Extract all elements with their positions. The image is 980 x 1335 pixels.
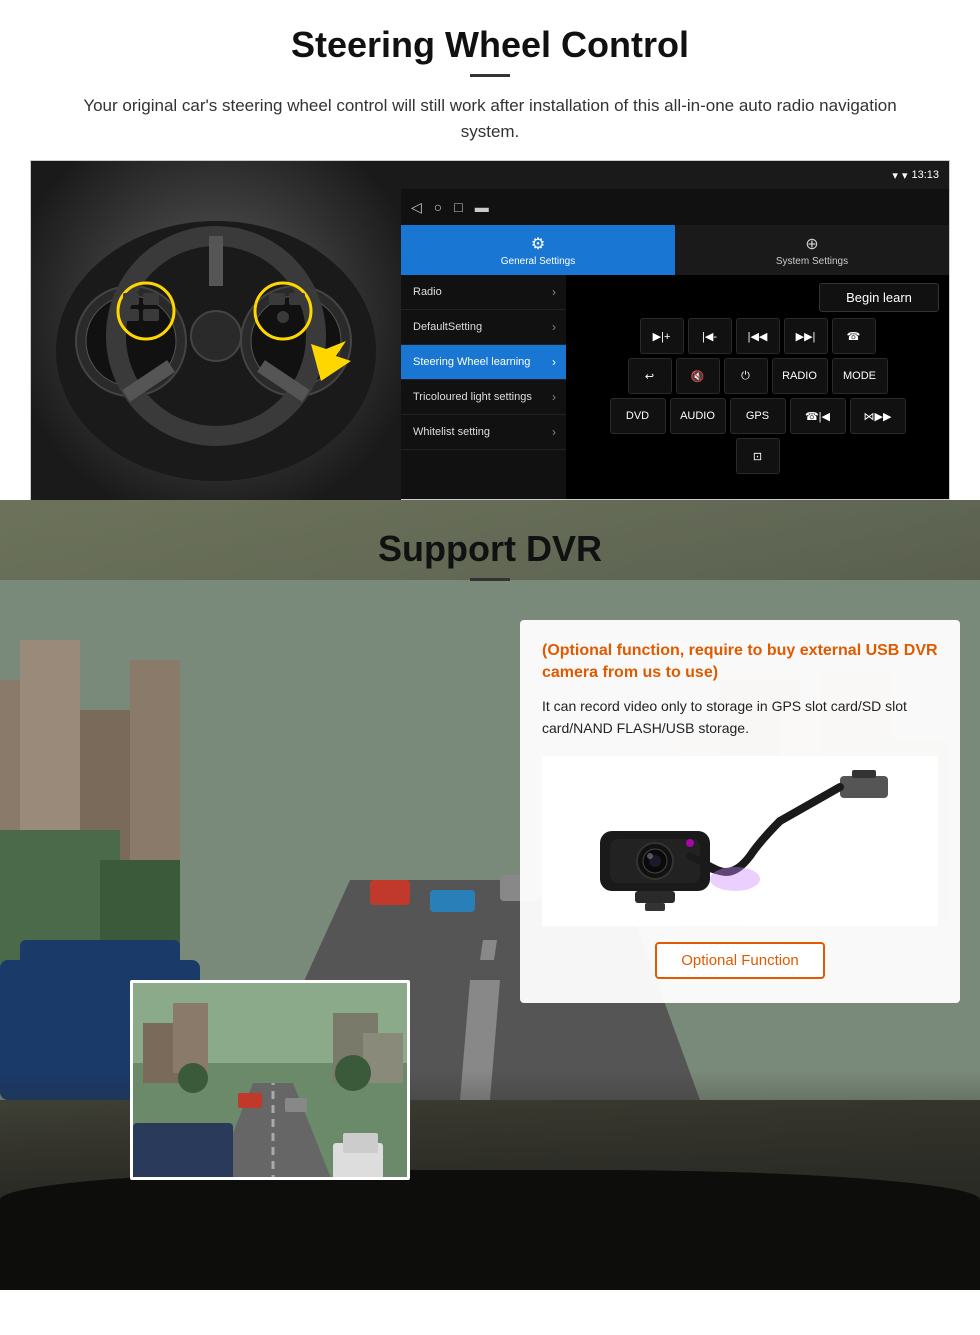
dvr-background: Support DVR — [0, 500, 980, 1290]
sw-title-area: Steering Wheel Control — [0, 0, 980, 93]
begin-learn-button[interactable]: Begin learn — [819, 283, 939, 312]
sw-title-divider — [470, 74, 510, 77]
ctrl-vol-up[interactable]: ▶|+ — [640, 318, 684, 354]
home-nav-icon[interactable]: ○ — [434, 199, 442, 215]
dvr-title-area: Support DVR — [0, 500, 980, 593]
signal-icon: ▾ — [892, 169, 898, 182]
menu-item-default[interactable]: DefaultSetting › — [401, 310, 566, 345]
menu-item-radio-label: Radio — [413, 286, 552, 298]
menu-arrow-default: › — [552, 320, 556, 334]
android-statusbar: ▾ ▾ 13:13 — [401, 161, 949, 189]
menu-arrow-whitelist: › — [552, 425, 556, 439]
sw-image-bg — [31, 161, 401, 501]
ctrl-radio[interactable]: RADIO — [772, 358, 828, 394]
tab-system-settings[interactable]: ⊕ System Settings — [675, 225, 949, 275]
ctrl-dvr[interactable]: ⊡ — [736, 438, 780, 474]
android-panel: ▾ ▾ 13:13 ◁ ○ □ ▬ ⚙ General Settings ⊕ — [401, 161, 949, 499]
android-controls: Begin learn ▶|+ |◀- |◀◀ ▶▶| ☎ ↩ 🔇 ⏻ — [566, 275, 949, 499]
ctrl-row-2: ↩ 🔇 ⏻ RADIO MODE — [572, 358, 943, 394]
statusbar-icons: ▾ ▾ 13:13 — [892, 169, 939, 182]
recents-nav-icon[interactable]: □ — [454, 199, 462, 215]
menu-arrow-radio: › — [552, 285, 556, 299]
menu-nav-icon[interactable]: ▬ — [475, 199, 489, 215]
ctrl-back[interactable]: ↩ — [628, 358, 672, 394]
dvr-title: Support DVR — [0, 528, 980, 570]
optional-function-button[interactable]: Optional Function — [655, 942, 825, 979]
system-settings-icon: ⊕ — [805, 234, 818, 254]
dvr-title-divider — [470, 578, 510, 581]
dvr-road-thumbnail — [130, 980, 410, 1180]
dvr-info-card: (Optional function, require to buy exter… — [520, 620, 960, 1003]
menu-item-sw-learning[interactable]: Steering Wheel learning › — [401, 345, 566, 380]
sw-title: Steering Wheel Control — [40, 24, 940, 66]
sw-image-panel — [31, 161, 401, 501]
tab-general-settings[interactable]: ⚙ General Settings — [401, 225, 675, 275]
menu-item-default-label: DefaultSetting — [413, 321, 552, 333]
ctrl-prev[interactable]: |◀◀ — [736, 318, 780, 354]
ctrl-phone[interactable]: ☎ — [832, 318, 876, 354]
back-nav-icon[interactable]: ◁ — [411, 199, 422, 216]
tab-general-label: General Settings — [501, 256, 576, 267]
menu-item-tricoloured-label: Tricoloured light settings — [413, 391, 552, 403]
dvr-thumbnail-svg — [133, 983, 410, 1180]
dvr-camera-image — [542, 756, 938, 926]
steering-wheel-svg — [51, 181, 381, 481]
ctrl-row-1: ▶|+ |◀- |◀◀ ▶▶| ☎ — [572, 318, 943, 354]
ctrl-gps[interactable]: GPS — [730, 398, 786, 434]
dvr-camera-svg — [580, 761, 900, 921]
sw-subtitle: Your original car's steering wheel contr… — [0, 93, 980, 160]
ctrl-power[interactable]: ⏻ — [724, 358, 768, 394]
sw-ui-container: ▾ ▾ 13:13 ◁ ○ □ ▬ ⚙ General Settings ⊕ — [30, 160, 950, 500]
android-menu: Radio › DefaultSetting › Steering Wheel … — [401, 275, 566, 499]
dvr-description: It can record video only to storage in G… — [542, 695, 938, 740]
ctrl-vol-down[interactable]: |◀- — [688, 318, 732, 354]
ctrl-mute[interactable]: 🔇 — [676, 358, 720, 394]
general-settings-icon: ⚙ — [531, 234, 545, 254]
ctrl-next[interactable]: ▶▶| — [784, 318, 828, 354]
android-tabs: ⚙ General Settings ⊕ System Settings — [401, 225, 949, 275]
ctrl-mode[interactable]: MODE — [832, 358, 888, 394]
menu-item-whitelist[interactable]: Whitelist setting › — [401, 415, 566, 450]
ctrl-phone-prev[interactable]: ☎|◀ — [790, 398, 846, 434]
android-content: Radio › DefaultSetting › Steering Wheel … — [401, 275, 949, 499]
menu-item-whitelist-label: Whitelist setting — [413, 426, 552, 438]
dvr-optional-text: (Optional function, require to buy exter… — [542, 640, 938, 685]
tab-system-label: System Settings — [776, 256, 848, 267]
menu-item-tricoloured[interactable]: Tricoloured light settings › — [401, 380, 566, 415]
menu-item-radio[interactable]: Radio › — [401, 275, 566, 310]
menu-arrow-sw: › — [552, 355, 556, 369]
steering-wheel-section: Steering Wheel Control Your original car… — [0, 0, 980, 500]
ctrl-row-3: DVD AUDIO GPS ☎|◀ ⋈▶▶ — [572, 398, 943, 434]
ctrl-row-4: ⊡ — [572, 438, 943, 474]
menu-item-sw-label: Steering Wheel learning — [413, 356, 552, 368]
status-time: 13:13 — [911, 169, 939, 181]
dvr-section: Support DVR — [0, 500, 980, 1290]
wifi-icon: ▾ — [902, 169, 908, 182]
ctrl-dvd[interactable]: DVD — [610, 398, 666, 434]
begin-learn-row: Begin learn — [572, 283, 943, 312]
ctrl-phone-next[interactable]: ⋈▶▶ — [850, 398, 906, 434]
ctrl-audio[interactable]: AUDIO — [670, 398, 726, 434]
menu-arrow-tricoloured: › — [552, 390, 556, 404]
android-topbar: ◁ ○ □ ▬ — [401, 189, 949, 225]
